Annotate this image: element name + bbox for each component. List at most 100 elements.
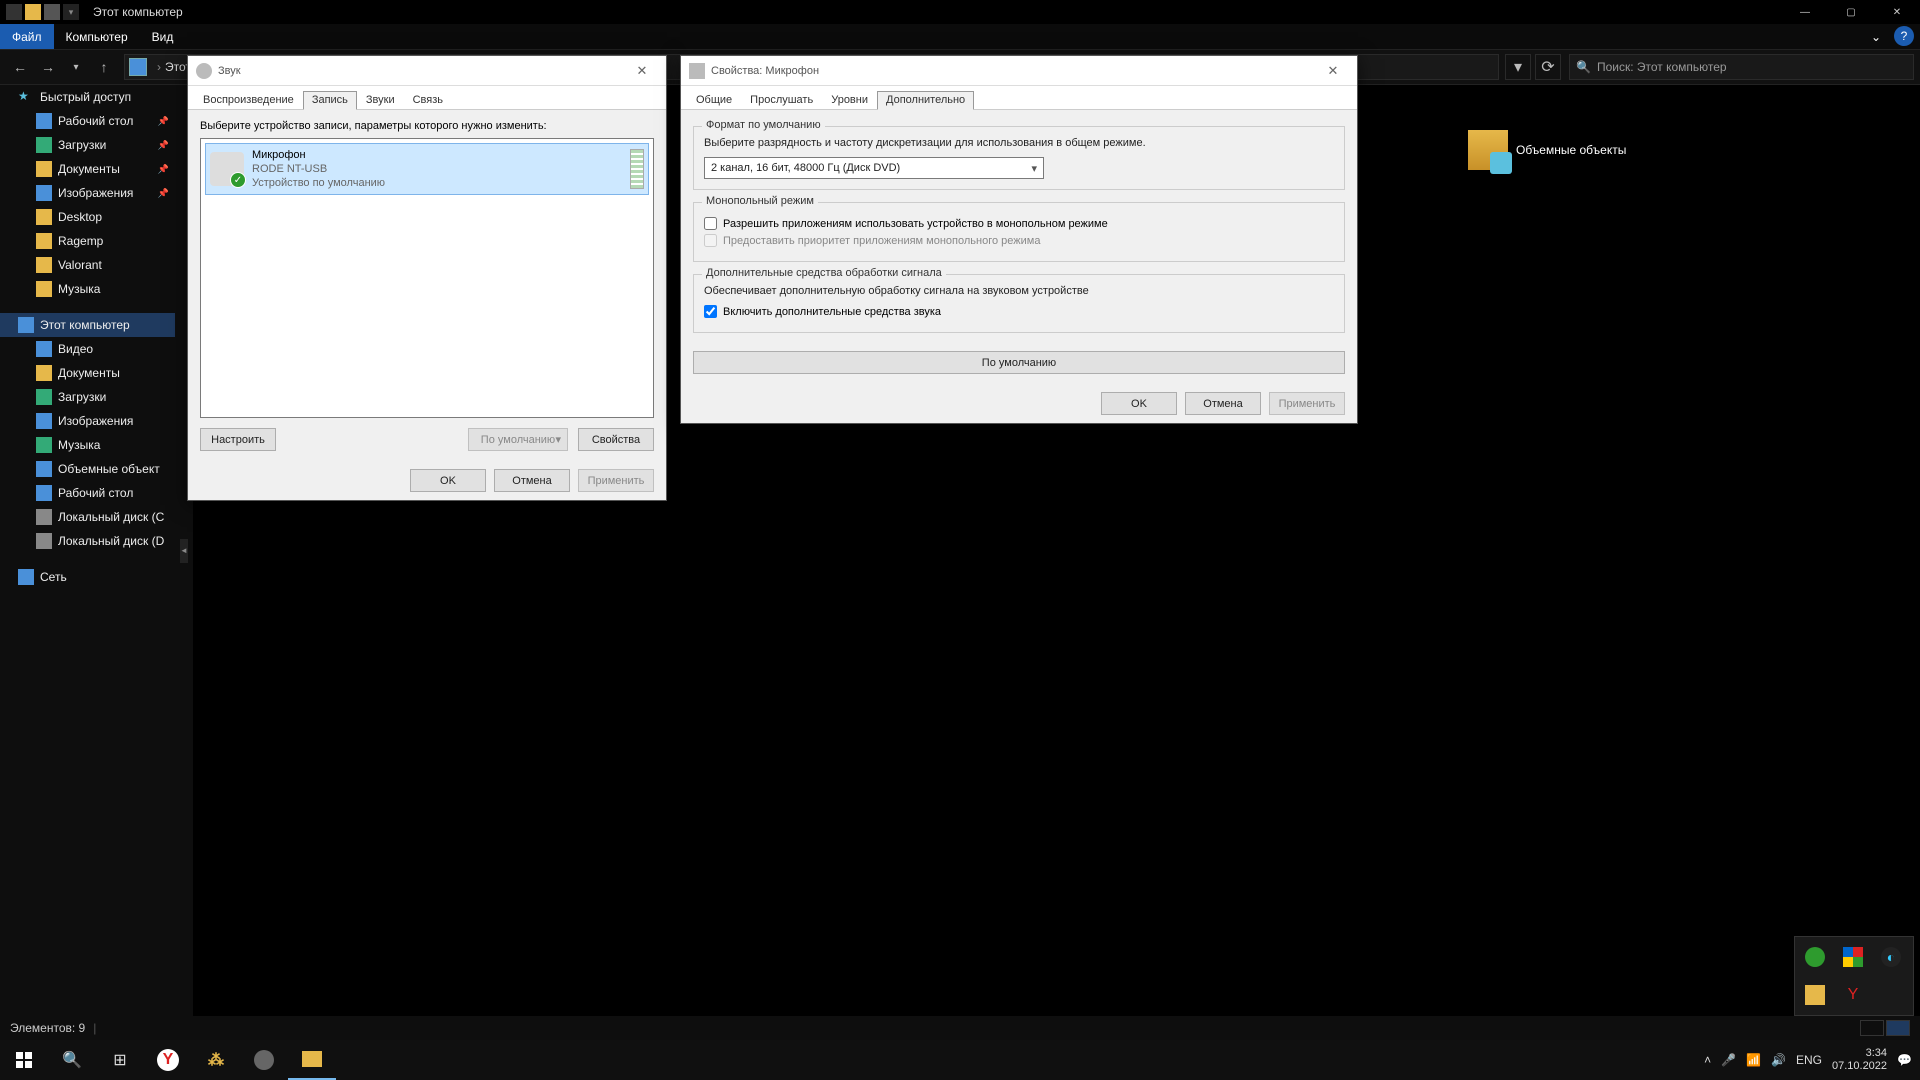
format-combo[interactable]: 2 канал, 16 бит, 48000 Гц (Диск DVD) <box>704 157 1044 179</box>
ribbon-tab-file[interactable]: Файл <box>0 24 54 49</box>
combo-value: 2 канал, 16 бит, 48000 Гц (Диск DVD) <box>711 162 900 174</box>
taskbar-app-explorer[interactable] <box>288 1040 336 1080</box>
desktop-icon <box>36 113 52 129</box>
sidebar-item-pictures2[interactable]: Изображения <box>0 409 175 433</box>
maximize-button[interactable]: ▢ <box>1828 0 1874 24</box>
folder-icon <box>36 281 52 297</box>
ok-button[interactable]: OK <box>410 469 486 492</box>
sidebar-item-downloads2[interactable]: Загрузки <box>0 385 175 409</box>
sidebar-item-disk-d[interactable]: Локальный диск (D <box>0 529 175 553</box>
taskbar-app-yandex[interactable]: Y <box>144 1040 192 1080</box>
sidebar-label: Видео <box>58 342 93 356</box>
apply-button[interactable]: Применить <box>578 469 654 492</box>
taskbar: 🔍 ⊞ Y ⁂ ˄ 🎤 📶 🔊 ENG 3:34 07.10.2022 💬 <box>0 1040 1920 1080</box>
nav-recent[interactable]: ▾ <box>62 53 90 81</box>
volume-icon[interactable]: 🔊 <box>1771 1053 1786 1067</box>
chk-allow-exclusive[interactable]: Разрешить приложениям использовать устро… <box>704 217 1334 230</box>
sidebar-item-valorant[interactable]: Valorant <box>0 253 175 277</box>
qat-dropdown[interactable]: ▾ <box>63 4 79 20</box>
language-indicator[interactable]: ENG <box>1796 1053 1822 1067</box>
sidebar-item-videos[interactable]: Видео <box>0 337 175 361</box>
sidebar-item-desktop3[interactable]: Рабочий стол <box>0 481 175 505</box>
nav-up[interactable]: ↑ <box>90 53 118 81</box>
address-dropdown[interactable]: ▾ <box>1505 54 1531 80</box>
taskbar-app-generic[interactable] <box>240 1040 288 1080</box>
refresh-button[interactable]: ⟳ <box>1535 54 1561 80</box>
tab-sounds[interactable]: Звуки <box>357 91 404 110</box>
sidebar-item-documents2[interactable]: Документы <box>0 361 175 385</box>
chk-enable-enhancements[interactable]: Включить дополнительные средства звука <box>704 305 1334 318</box>
search-input[interactable]: 🔍 Поиск: Этот компьютер <box>1569 54 1914 80</box>
nav-sidebar: ★ Быстрый доступ Рабочий стол📌 Загрузки📌… <box>0 85 175 1016</box>
ok-button[interactable]: OK <box>1101 392 1177 415</box>
apply-button[interactable]: Применить <box>1269 392 1345 415</box>
tray-icon-steam[interactable]: ◐ <box>1881 947 1901 967</box>
sound-dialog-close[interactable]: ✕ <box>626 60 658 82</box>
tab-levels[interactable]: Уровни <box>822 91 877 110</box>
ribbon-tab-computer[interactable]: Компьютер <box>54 24 140 49</box>
device-list[interactable]: ✓ Микрофон RODE NT-USB Устройство по умо… <box>200 138 654 418</box>
start-button[interactable] <box>0 1040 48 1080</box>
cancel-button[interactable]: Отмена <box>494 469 570 492</box>
qat-icon-2[interactable] <box>25 4 41 20</box>
sidebar-item-3dobjects[interactable]: Объемные объект <box>0 457 175 481</box>
tab-communications[interactable]: Связь <box>404 91 452 110</box>
sidebar-item-pictures1[interactable]: Изображения📌 <box>0 181 175 205</box>
tray-icon-ragemp[interactable] <box>1805 985 1825 1005</box>
view-large-button[interactable] <box>1886 1020 1910 1036</box>
props-dialog-titlebar[interactable]: Свойства: Микрофон ✕ <box>681 56 1357 86</box>
taskbar-app-ragemp[interactable]: ⁂ <box>192 1040 240 1080</box>
task-view-button[interactable]: ⊞ <box>96 1040 144 1080</box>
folder-3d-objects[interactable]: Объемные объекты <box>1468 130 1626 170</box>
clock[interactable]: 3:34 07.10.2022 <box>1832 1047 1887 1073</box>
tab-listen[interactable]: Прослушать <box>741 91 822 110</box>
view-details-button[interactable] <box>1860 1020 1884 1036</box>
tray-icon-security[interactable] <box>1843 947 1863 967</box>
sound-dialog-titlebar[interactable]: Звук ✕ <box>188 56 666 86</box>
sidebar-label: Музыка <box>58 438 100 452</box>
cancel-button[interactable]: Отмена <box>1185 392 1261 415</box>
nav-back[interactable]: ← <box>6 53 34 81</box>
search-button[interactable]: 🔍 <box>48 1040 96 1080</box>
sidebar-item-disk-c[interactable]: Локальный диск (C <box>0 505 175 529</box>
set-default-button[interactable]: По умолчанию <box>468 428 568 451</box>
restore-defaults-button[interactable]: По умолчанию <box>693 351 1345 374</box>
checkbox[interactable] <box>704 305 717 318</box>
mic-mute-icon[interactable]: 🎤 <box>1721 1053 1736 1067</box>
close-button[interactable]: ✕ <box>1874 0 1920 24</box>
minimize-button[interactable]: — <box>1782 0 1828 24</box>
tray-expand-icon[interactable]: ˄ <box>1704 1053 1711 1067</box>
qat-icon-1[interactable] <box>6 4 22 20</box>
sidebar-item-documents1[interactable]: Документы📌 <box>0 157 175 181</box>
item-count: Элементов: 9 <box>10 1021 85 1035</box>
tab-playback[interactable]: Воспроизведение <box>194 91 303 110</box>
checkbox[interactable] <box>704 217 717 230</box>
configure-button[interactable]: Настроить <box>200 428 276 451</box>
tray-icon-nvidia[interactable] <box>1805 947 1825 967</box>
sidebar-item-music2[interactable]: Музыка <box>0 433 175 457</box>
sidebar-item-downloads1[interactable]: Загрузки📌 <box>0 133 175 157</box>
notifications-icon[interactable]: 💬 <box>1897 1053 1912 1067</box>
sidebar-network[interactable]: Сеть <box>0 565 175 589</box>
sidebar-item-desktop1[interactable]: Рабочий стол📌 <box>0 109 175 133</box>
tray-icon-yandex[interactable]: Y <box>1843 985 1863 1005</box>
sidebar-this-pc[interactable]: Этот компьютер <box>0 313 175 337</box>
tab-general[interactable]: Общие <box>687 91 741 110</box>
device-row-microphone[interactable]: ✓ Микрофон RODE NT-USB Устройство по умо… <box>205 143 649 195</box>
tab-recording[interactable]: Запись <box>303 91 357 110</box>
sidebar-item-ragemp[interactable]: Ragemp <box>0 229 175 253</box>
pc-icon <box>18 317 34 333</box>
props-dialog-close[interactable]: ✕ <box>1317 60 1349 82</box>
network-icon[interactable]: 📶 <box>1746 1053 1761 1067</box>
sidebar-quick-access[interactable]: ★ Быстрый доступ <box>0 85 175 109</box>
sidebar-item-music1[interactable]: Музыка <box>0 277 175 301</box>
sidebar-item-desktop2[interactable]: Desktop <box>0 205 175 229</box>
tab-advanced[interactable]: Дополнительно <box>877 91 974 110</box>
qat-icon-3[interactable] <box>44 4 60 20</box>
ribbon-expand[interactable]: ⌄ <box>1864 24 1888 49</box>
help-button[interactable]: ? <box>1894 26 1914 46</box>
sidebar-label: Изображения <box>58 186 133 200</box>
properties-button[interactable]: Свойства <box>578 428 654 451</box>
ribbon-tab-view[interactable]: Вид <box>140 24 186 49</box>
nav-forward[interactable]: → <box>34 53 62 81</box>
